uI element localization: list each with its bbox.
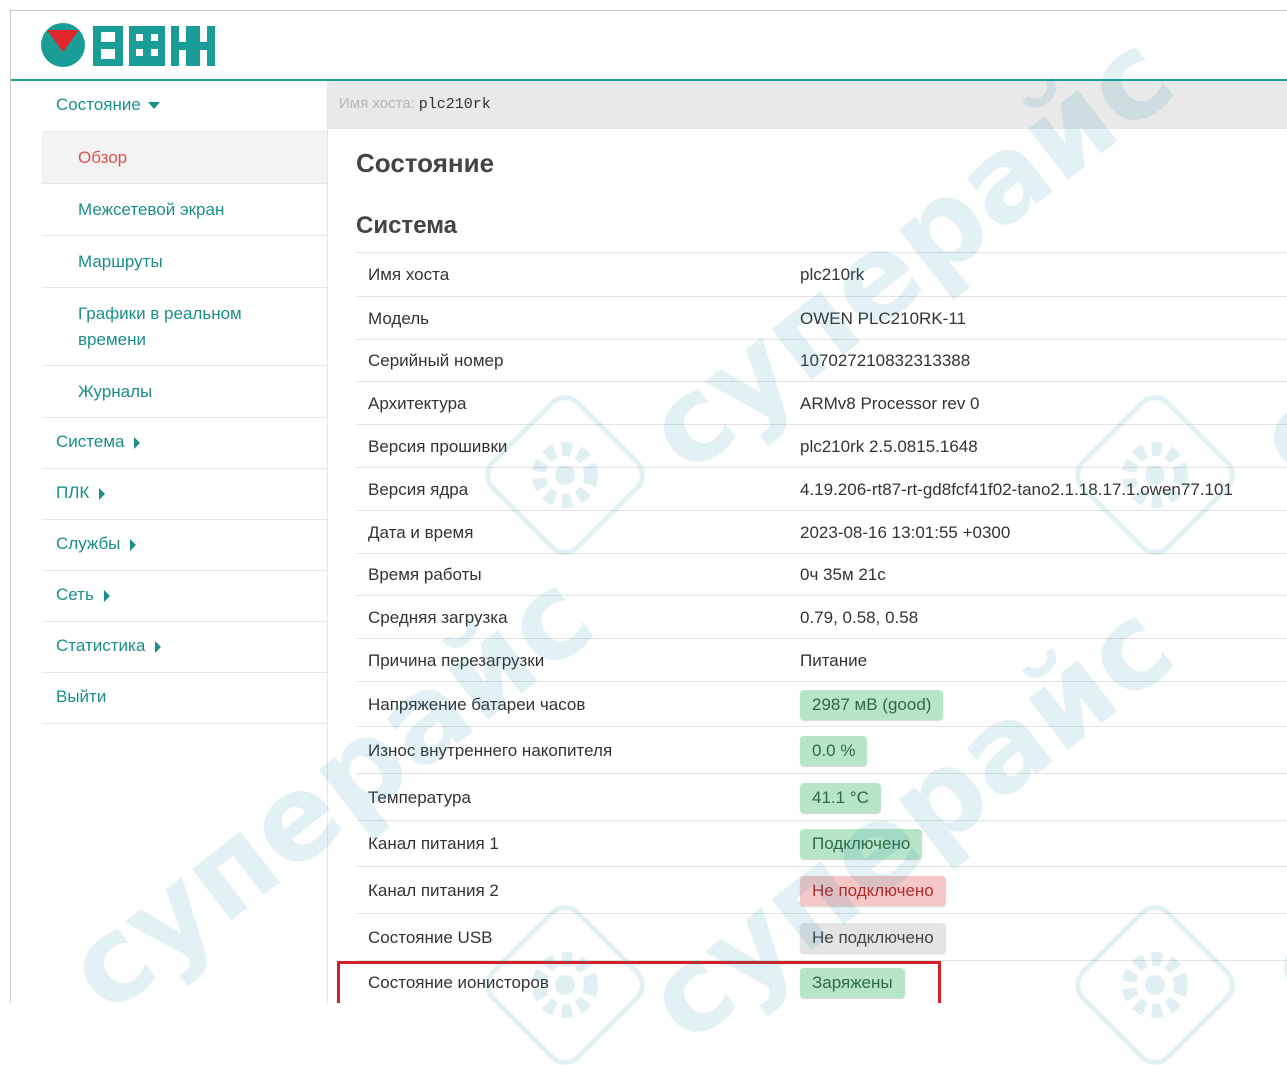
status-badge-label: Не подключено [800,875,946,906]
table-row: Канал питания 2 Не подключено [356,866,1287,913]
row-value: plc210rk 2.5.0815.1648 [800,436,978,456]
sidebar-item-firewall[interactable]: Межсетевой экран [42,184,327,236]
sidebar: Состояние Обзор Межсетевой экран Маршрут… [42,81,328,1003]
status-badge: 2987 мВ (good) [800,689,944,720]
status-badge-label: 0.0 % [800,735,868,766]
table-row: Версия ядра 4.19.206-rt87-rt-gd8fcf41f02-… [356,467,1287,510]
table-row: Версия прошивки plc210rk 2.5.0815.1648 [356,424,1287,467]
sidebar-item-label: Статистика [56,636,146,655]
status-badge-label: Не подключено [800,922,946,953]
row-value: 107027210832313388 [800,351,971,370]
row-key: Имя хоста [368,265,450,284]
chevron-right-icon [134,436,141,449]
hostname-label: Имя хоста: [339,95,415,112]
sidebar-item-label: Обзор [78,148,128,167]
sidebar-item-status[interactable]: Состояние [42,81,327,132]
row-key: Серийный номер [368,351,504,370]
row-key: Дата и время [368,522,474,542]
sidebar-item-routes[interactable]: Маршруты [42,236,327,288]
sidebar-item-services[interactable]: Службы [42,520,327,571]
status-badge: Не подключено [800,922,946,953]
chevron-right-icon [99,487,106,500]
owen-logo[interactable] [41,22,217,73]
row-key: Состояние USB [368,927,493,947]
sidebar-item-statistics[interactable]: Статистика [42,622,327,673]
table-row: Канал питания 1 Подключено [356,820,1287,866]
table-row: Имя хоста plc210rk [356,252,1287,296]
table-row: Серийный номер 107027210832313388 [356,339,1287,381]
row-key: Средняя загрузка [368,607,508,627]
table-row: Причина перезагрузки Питание [356,638,1287,681]
chevron-right-icon [130,538,137,551]
owen-logo-graphic [41,23,215,67]
highlight-frame [337,961,941,1003]
sidebar-item-label: Маршруты [78,252,163,271]
row-key: Модель [368,308,430,328]
row-value: 0.79, 0.58, 0.58 [800,607,919,627]
row-key: Канал питания 1 [368,834,499,853]
sidebar-item-plc[interactable]: ПЛК [42,469,327,520]
row-key: Время работы [368,565,482,584]
table-row: Напряжение батареи часов 2987 мВ (good) [356,681,1287,726]
row-key: Архитектура [368,393,467,413]
table-row: Дата и время 2023-08-16 13:01:55 +0300 [356,510,1287,553]
window-frame-left [10,10,11,1003]
page-title: Состояние [356,148,495,178]
table-row: Архитектура ARMv8 Processor rev 0 [356,381,1287,424]
table-row: Средняя загрузка 0.79, 0.58, 0.58 [356,595,1287,638]
row-value: OWEN PLC210RK-11 [800,308,966,328]
table-row: Износ внутреннего накопителя 0.0 % [356,726,1287,773]
row-key: Причина перезагрузки [368,650,545,670]
sidebar-item-label: Сеть [56,585,94,604]
status-badge-label: Подключено [800,829,923,859]
table-row: Состояние USB Не подключено [356,913,1287,960]
hostname-bar: Имя хоста: plc210rk [328,81,1287,129]
chevron-right-icon [103,589,110,602]
sidebar-item-label: Журналы [78,382,153,401]
sidebar-item-system[interactable]: Система [42,418,327,469]
chevron-right-icon [155,640,162,653]
row-value: Питание [800,650,868,670]
row-value: ARMv8 Processor rev 0 [800,393,980,413]
table-row: Время работы 0ч 35м 21с [356,553,1287,595]
row-value: plc210rk [800,265,865,284]
sidebar-item-logs[interactable]: Журналы [42,366,327,418]
sidebar-item-label: Межсетевой экран [78,200,225,219]
row-value: 2023-08-16 13:01:55 +0300 [800,522,1011,542]
row-key: Версия ядра [368,479,469,499]
sidebar-item-realtime-graphs[interactable]: Графики в реальном времени [42,288,327,366]
status-badge-label: 2987 мВ (good) [800,689,944,720]
sidebar-item-label: Службы [56,534,121,553]
sidebar-item-network[interactable]: Сеть [42,571,327,622]
sidebar-item-logout[interactable]: Выйти [42,673,327,724]
row-value: 0ч 35м 21с [800,565,886,584]
row-key: Канал питания 2 [368,880,499,900]
system-info-table: Имя хоста plc210rk Модель OWEN PLC210RK-11 С… [356,252,1287,1003]
sidebar-item-label: Выйти [56,687,107,706]
hostname-value: plc210rk [418,96,491,113]
table-row: Температура 41.1 °C [356,773,1287,820]
row-value: 4.19.206-rt87-rt-gd8fcf41f02-tano2.1.18.… [800,479,1233,499]
sidebar-item-overview[interactable]: Обзор [42,132,327,184]
sidebar-item-label: Система [56,432,125,451]
sidebar-item-label: ПЛК [56,483,90,502]
status-badge-label: 41.1 °C [800,782,881,813]
status-badge: Не подключено [800,875,946,906]
chevron-down-icon [147,102,160,110]
status-badge: 41.1 °C [800,782,881,813]
table-row: Модель OWEN PLC210RK-11 [356,296,1287,339]
row-key: Напряжение батареи часов [368,694,586,714]
status-badge: 0.0 % [800,735,868,766]
row-key: Версия прошивки [368,436,508,456]
section-title: Система [356,212,458,239]
sidebar-item-label: Состояние [56,95,141,114]
status-badge: Подключено [800,829,923,859]
row-key: Износ внутреннего накопителя [368,740,613,760]
row-key: Температура [368,787,471,807]
sidebar-item-label: Графики в реальном времени [78,304,242,349]
